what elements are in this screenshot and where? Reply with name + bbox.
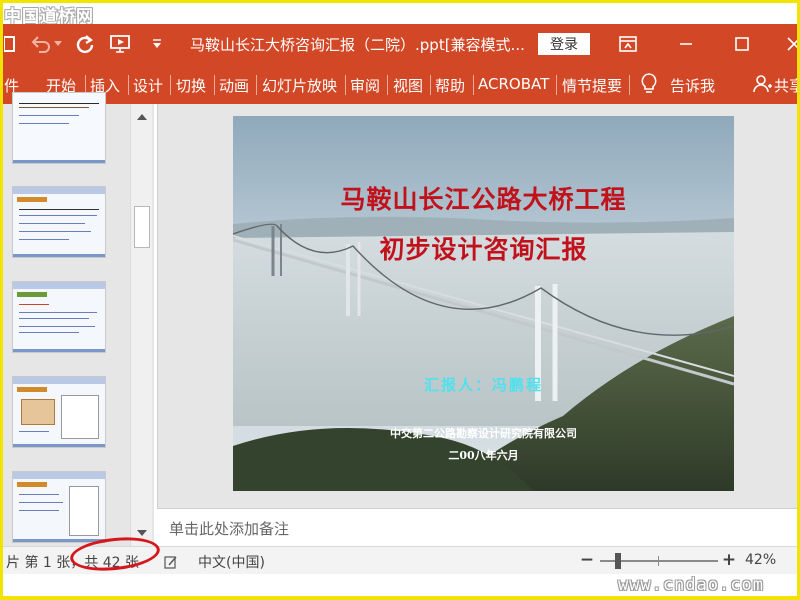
tab-animations[interactable]: 动画 — [219, 75, 249, 96]
tab-separator — [430, 75, 431, 95]
slideshow-from-start-icon[interactable] — [110, 33, 132, 55]
tab-separator — [387, 75, 388, 95]
current-slide[interactable]: 马鞍山长江公路大桥工程 初步设计咨询汇报 汇报人：冯鹏程 中交第二公路勘察设计研… — [233, 116, 734, 491]
zoom-out-button[interactable]: − — [580, 549, 594, 571]
scroll-up-arrow-icon[interactable] — [134, 110, 150, 124]
slide-reporter[interactable]: 汇报人：冯鹏程 — [233, 374, 734, 395]
title-bar: 马鞍山长江大桥咨询汇报（二院）.ppt[兼容模式... 登录 — [0, 24, 800, 64]
slide-thumbnail[interactable] — [12, 471, 106, 543]
slide-organization[interactable]: 中交第二公路勘察设计研究院有限公司 — [233, 425, 734, 441]
slide-thumbnail[interactable] — [12, 186, 106, 258]
thumbnail-scrollbar[interactable] — [130, 104, 152, 546]
undo-dropdown-icon[interactable] — [52, 33, 64, 55]
tab-help[interactable]: 帮助 — [435, 75, 465, 96]
scroll-down-arrow-icon[interactable] — [134, 526, 150, 540]
close-icon[interactable] — [782, 32, 800, 56]
tab-separator — [128, 75, 129, 95]
tab-separator — [556, 75, 557, 95]
lightbulb-icon[interactable] — [638, 73, 660, 95]
slide-title-line-1[interactable]: 马鞍山长江公路大桥工程 — [233, 180, 734, 216]
notes-pane[interactable]: 单击此处添加备注 — [157, 508, 800, 546]
language-indicator[interactable]: 中文(中国) — [198, 552, 265, 572]
bottom-strip: www.cndao.com — [0, 574, 800, 600]
login-button[interactable]: 登录 — [538, 33, 590, 55]
slide-date[interactable]: 二00八年六月 — [233, 447, 734, 463]
slide-thumbnail[interactable] — [12, 92, 106, 164]
document-title: 马鞍山长江大桥咨询汇报（二院）.ppt[兼容模式... — [190, 36, 525, 54]
watermark-top: 中国道桥网 — [4, 7, 94, 27]
maximize-icon[interactable] — [730, 32, 754, 56]
slide-indicator: 片 第 1 张，共 42 张 — [6, 555, 139, 571]
tab-separator — [345, 75, 346, 95]
redo-icon[interactable] — [74, 33, 96, 55]
tab-review[interactable]: 审阅 — [350, 75, 380, 96]
ribbon-display-options-icon[interactable] — [616, 32, 640, 56]
tab-slideshow[interactable]: 幻灯片放映 — [262, 75, 337, 96]
notes-edit-icon[interactable] — [164, 554, 178, 569]
share-button[interactable]: 共享 — [774, 75, 800, 96]
notes-placeholder[interactable]: 单击此处添加备注 — [169, 518, 289, 539]
ribbon-tabs: 件 开始 插入 设计 切换 动画 幻灯片放映 审阅 视图 帮助 ACROBAT … — [0, 64, 800, 104]
share-person-icon[interactable] — [752, 73, 774, 95]
zoom-in-button[interactable]: + — [722, 549, 736, 571]
tell-me-search[interactable]: 告诉我 — [670, 75, 715, 96]
slide-thumbnail[interactable] — [12, 376, 106, 448]
tab-separator — [629, 75, 630, 95]
undo-icon[interactable] — [30, 33, 52, 55]
tab-separator — [256, 75, 257, 95]
tab-acrobat[interactable]: ACROBAT — [478, 75, 549, 93]
slide-thumbnail[interactable] — [12, 281, 106, 353]
customize-toolbar-icon[interactable] — [146, 33, 168, 55]
tab-separator — [473, 75, 474, 95]
tab-separator — [214, 75, 215, 95]
tab-view[interactable]: 视图 — [393, 75, 423, 96]
zoom-percentage[interactable]: 42% — [745, 552, 776, 568]
status-bar: 片 第 1 张，共 42 张 中文(中国) − + 42% — [0, 546, 800, 574]
slide-title-line-2[interactable]: 初步设计咨询汇报 — [233, 230, 734, 266]
tab-transitions[interactable]: 切换 — [176, 75, 206, 96]
tab-design[interactable]: 设计 — [133, 75, 163, 96]
zoom-slider-thumb[interactable] — [615, 553, 621, 569]
scrollbar-thumb[interactable] — [134, 206, 150, 248]
tab-separator — [170, 75, 171, 95]
zoom-slider-center-mark — [658, 556, 659, 566]
app-menu-icon[interactable] — [0, 33, 22, 55]
minimize-icon[interactable] — [674, 32, 698, 56]
watermark-bottom: www.cndao.com — [617, 575, 764, 595]
tab-storyboarding[interactable]: 情节提要 — [562, 75, 622, 96]
